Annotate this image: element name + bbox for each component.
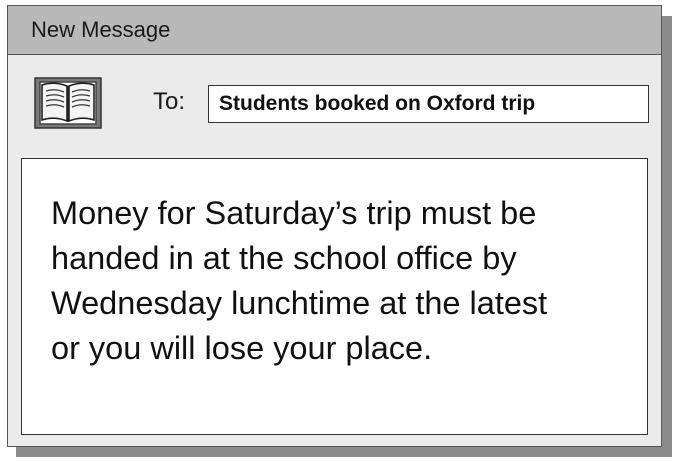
message-body-area[interactable]: Money for Saturday’s trip must be handed…	[21, 158, 648, 435]
recipient-field[interactable]: Students booked on Oxford trip	[208, 85, 649, 123]
new-message-window: New Message To: Students booked on Oxfor…	[7, 5, 662, 447]
window-title: New Message	[31, 17, 171, 42]
to-label: To:	[153, 88, 186, 115]
title-bar: New Message	[8, 6, 661, 55]
message-body-text: Money for Saturday’s trip must be handed…	[51, 195, 548, 366]
address-book-icon[interactable]	[32, 74, 104, 130]
